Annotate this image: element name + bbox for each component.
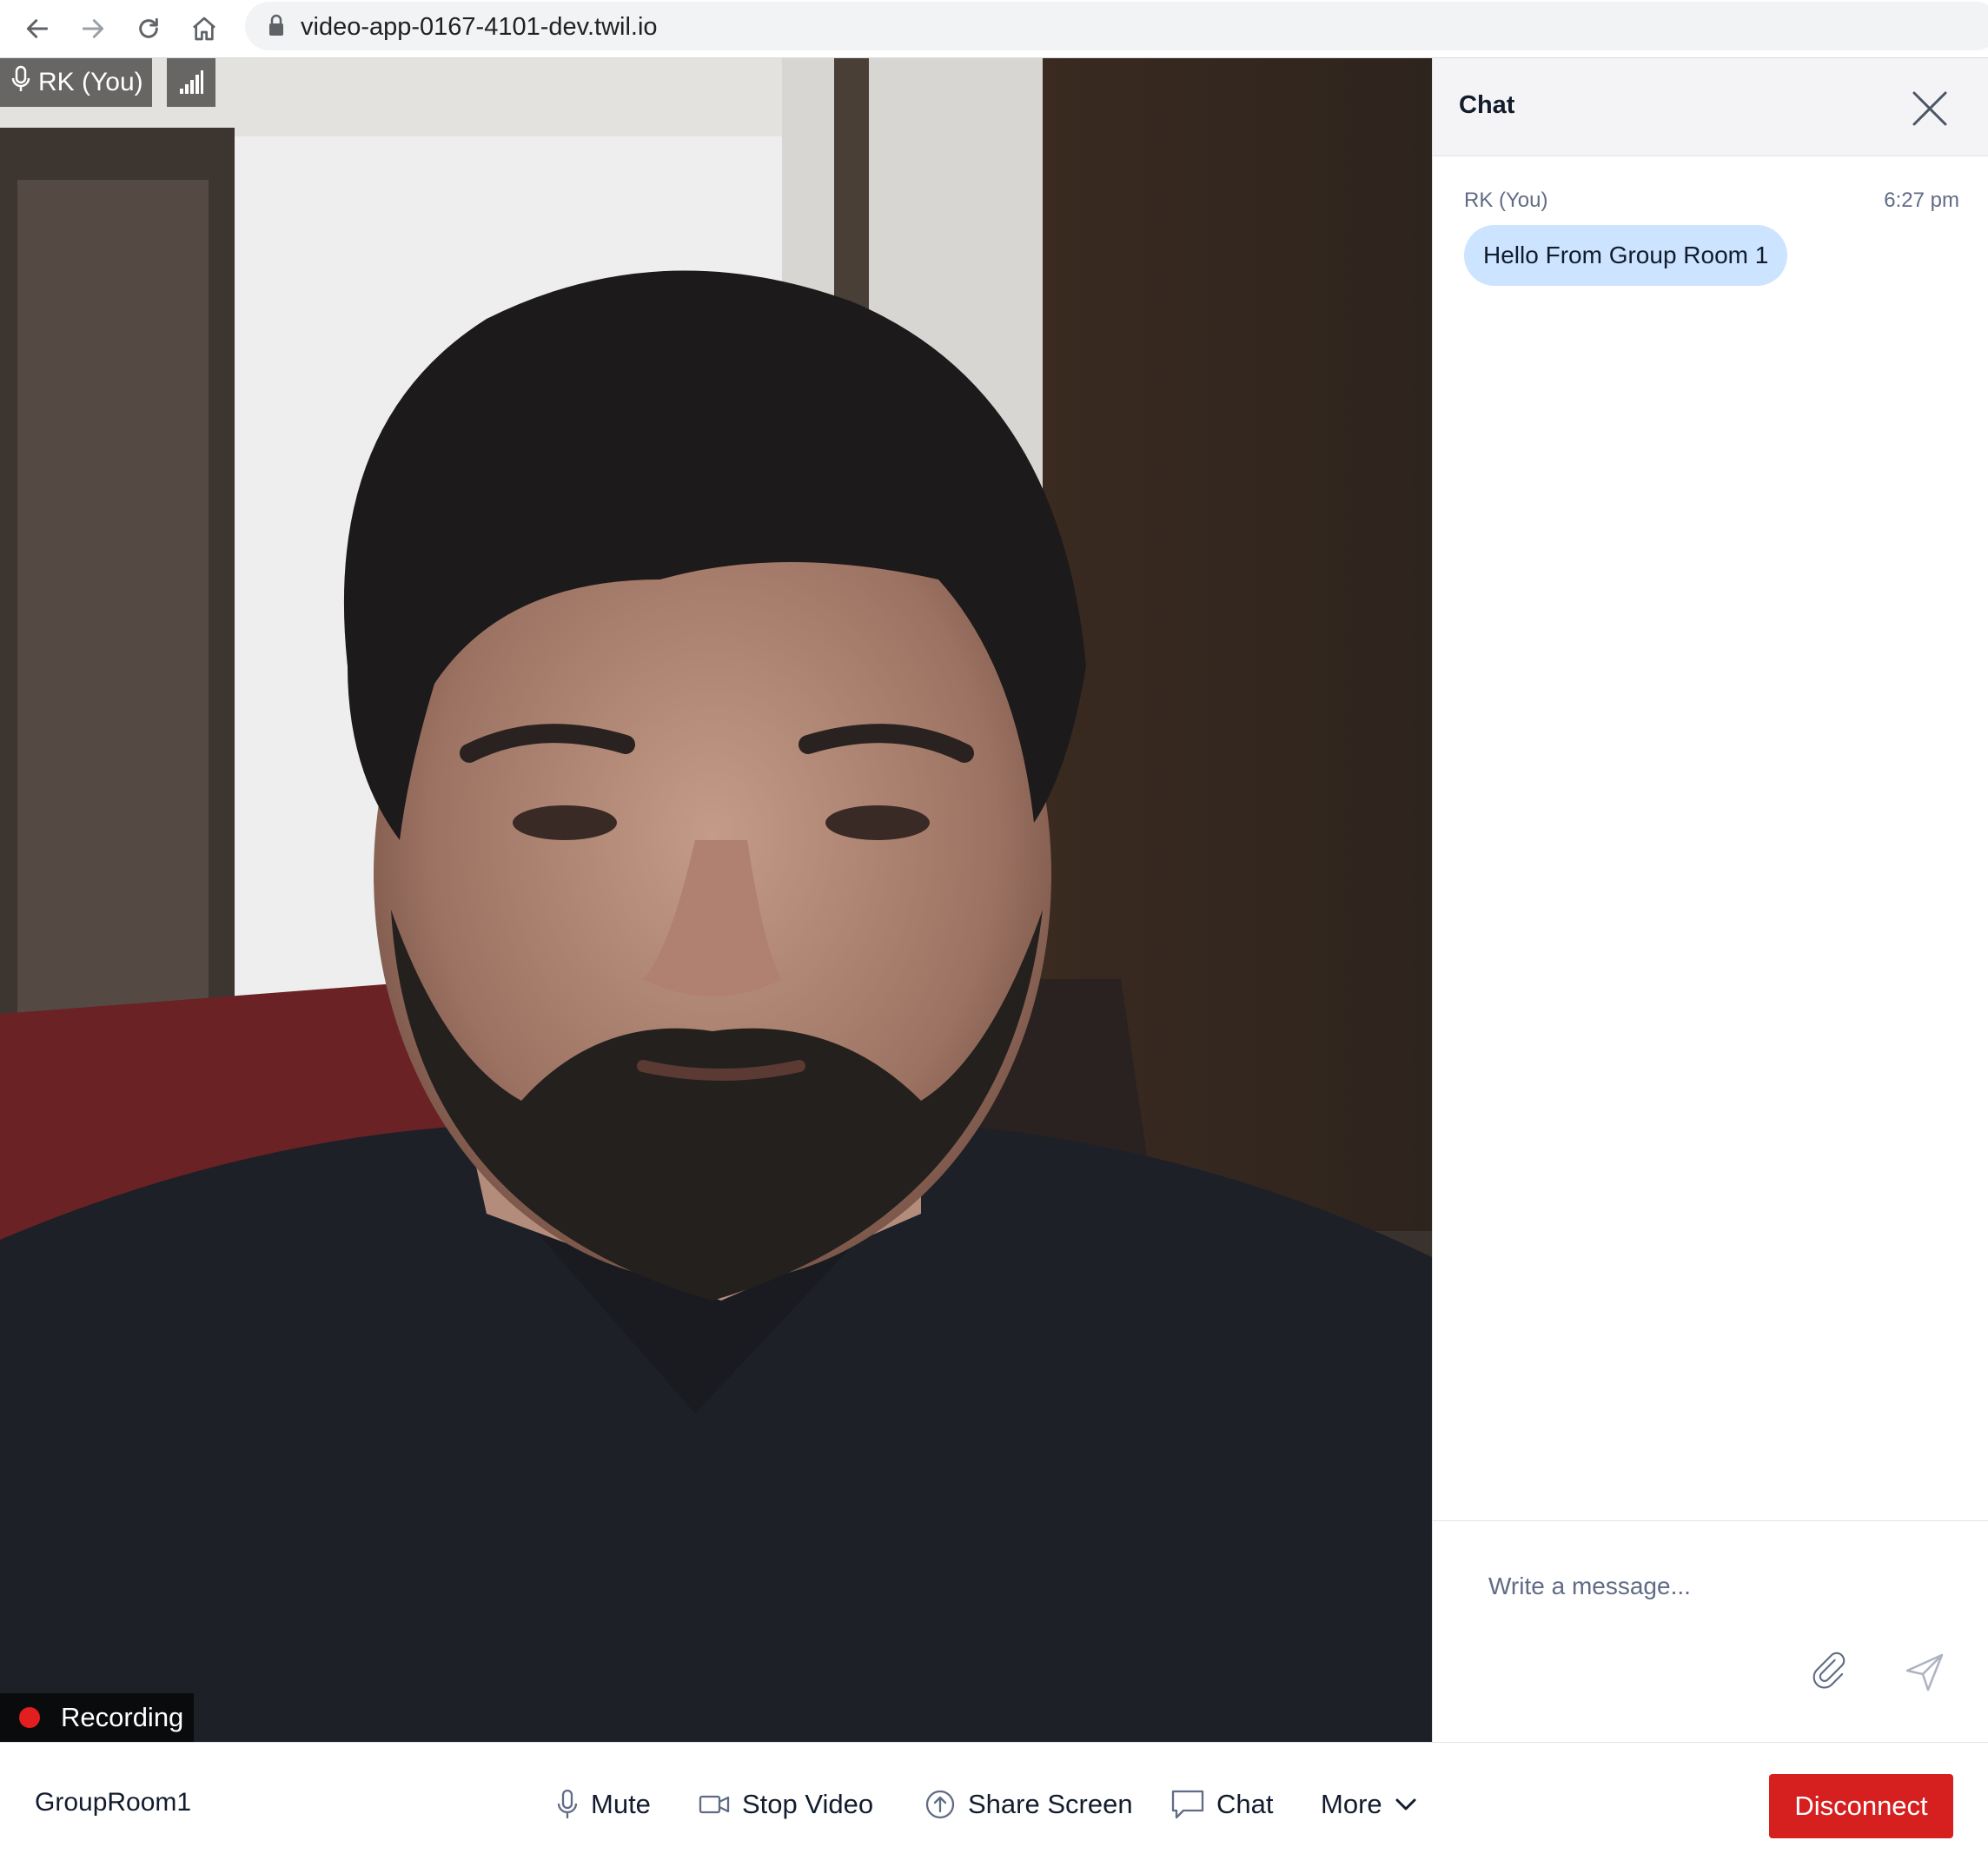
- mute-button[interactable]: Mute: [556, 1778, 651, 1831]
- stop-video-button[interactable]: Stop Video: [699, 1778, 873, 1831]
- lock-icon: [268, 14, 285, 43]
- network-quality-icon: [167, 58, 215, 107]
- chevron-down-icon: [1395, 1797, 1417, 1812]
- address-bar[interactable]: video-app-0167-4101-dev.twil.io: [245, 2, 1988, 50]
- recording-label: Recording: [61, 1702, 184, 1732]
- share-screen-label: Share Screen: [968, 1789, 1133, 1819]
- chat-bubble-icon: [1171, 1789, 1204, 1820]
- message-input[interactable]: [1487, 1559, 1942, 1613]
- room-name: GroupRoom1: [35, 1788, 192, 1817]
- browser-toolbar: video-app-0167-4101-dev.twil.io: [0, 0, 1988, 58]
- chat-input-area: [1433, 1520, 1988, 1743]
- participant-name: RK (You): [38, 68, 143, 96]
- reload-icon[interactable]: [130, 10, 167, 47]
- recording-dot-icon: [19, 1707, 40, 1728]
- microphone-icon: [556, 1789, 579, 1820]
- share-screen-button[interactable]: Share Screen: [924, 1778, 1133, 1831]
- message-bubble: Hello From Group Room 1: [1464, 225, 1788, 286]
- mute-label: Mute: [591, 1789, 651, 1819]
- chat-button[interactable]: Chat: [1171, 1778, 1273, 1831]
- chat-panel: Chat RK (You) 6:27 pm Hello From Group R…: [1432, 58, 1988, 1742]
- menu-bar: GroupRoom1 Mute Stop Video Share Screen …: [0, 1742, 1988, 1867]
- paperclip-icon[interactable]: [1806, 1648, 1855, 1697]
- recording-indicator: Recording: [0, 1693, 195, 1742]
- arrow-right-icon[interactable]: [75, 10, 111, 47]
- chat-header: Chat: [1433, 58, 1988, 156]
- more-button[interactable]: More: [1321, 1778, 1417, 1831]
- home-icon[interactable]: [186, 10, 222, 47]
- chat-label: Chat: [1216, 1789, 1274, 1819]
- video-frame: [0, 58, 1432, 1742]
- message-time: 6:27 pm: [1884, 189, 1959, 212]
- microphone-icon: [10, 65, 31, 100]
- close-icon[interactable]: [1909, 88, 1951, 129]
- more-label: More: [1321, 1789, 1382, 1819]
- participant-identity: RK (You): [0, 58, 152, 107]
- video-camera-icon: [699, 1793, 730, 1816]
- stop-video-label: Stop Video: [742, 1789, 874, 1819]
- disconnect-button[interactable]: Disconnect: [1769, 1774, 1953, 1838]
- message-author: RK (You): [1464, 189, 1548, 212]
- chat-title: Chat: [1459, 91, 1515, 119]
- participant-video: RK (You) Recording: [0, 58, 1432, 1742]
- send-icon[interactable]: [1900, 1648, 1949, 1697]
- share-screen-icon: [924, 1789, 956, 1820]
- url-text: video-app-0167-4101-dev.twil.io: [301, 13, 658, 41]
- arrow-left-icon[interactable]: [19, 10, 56, 47]
